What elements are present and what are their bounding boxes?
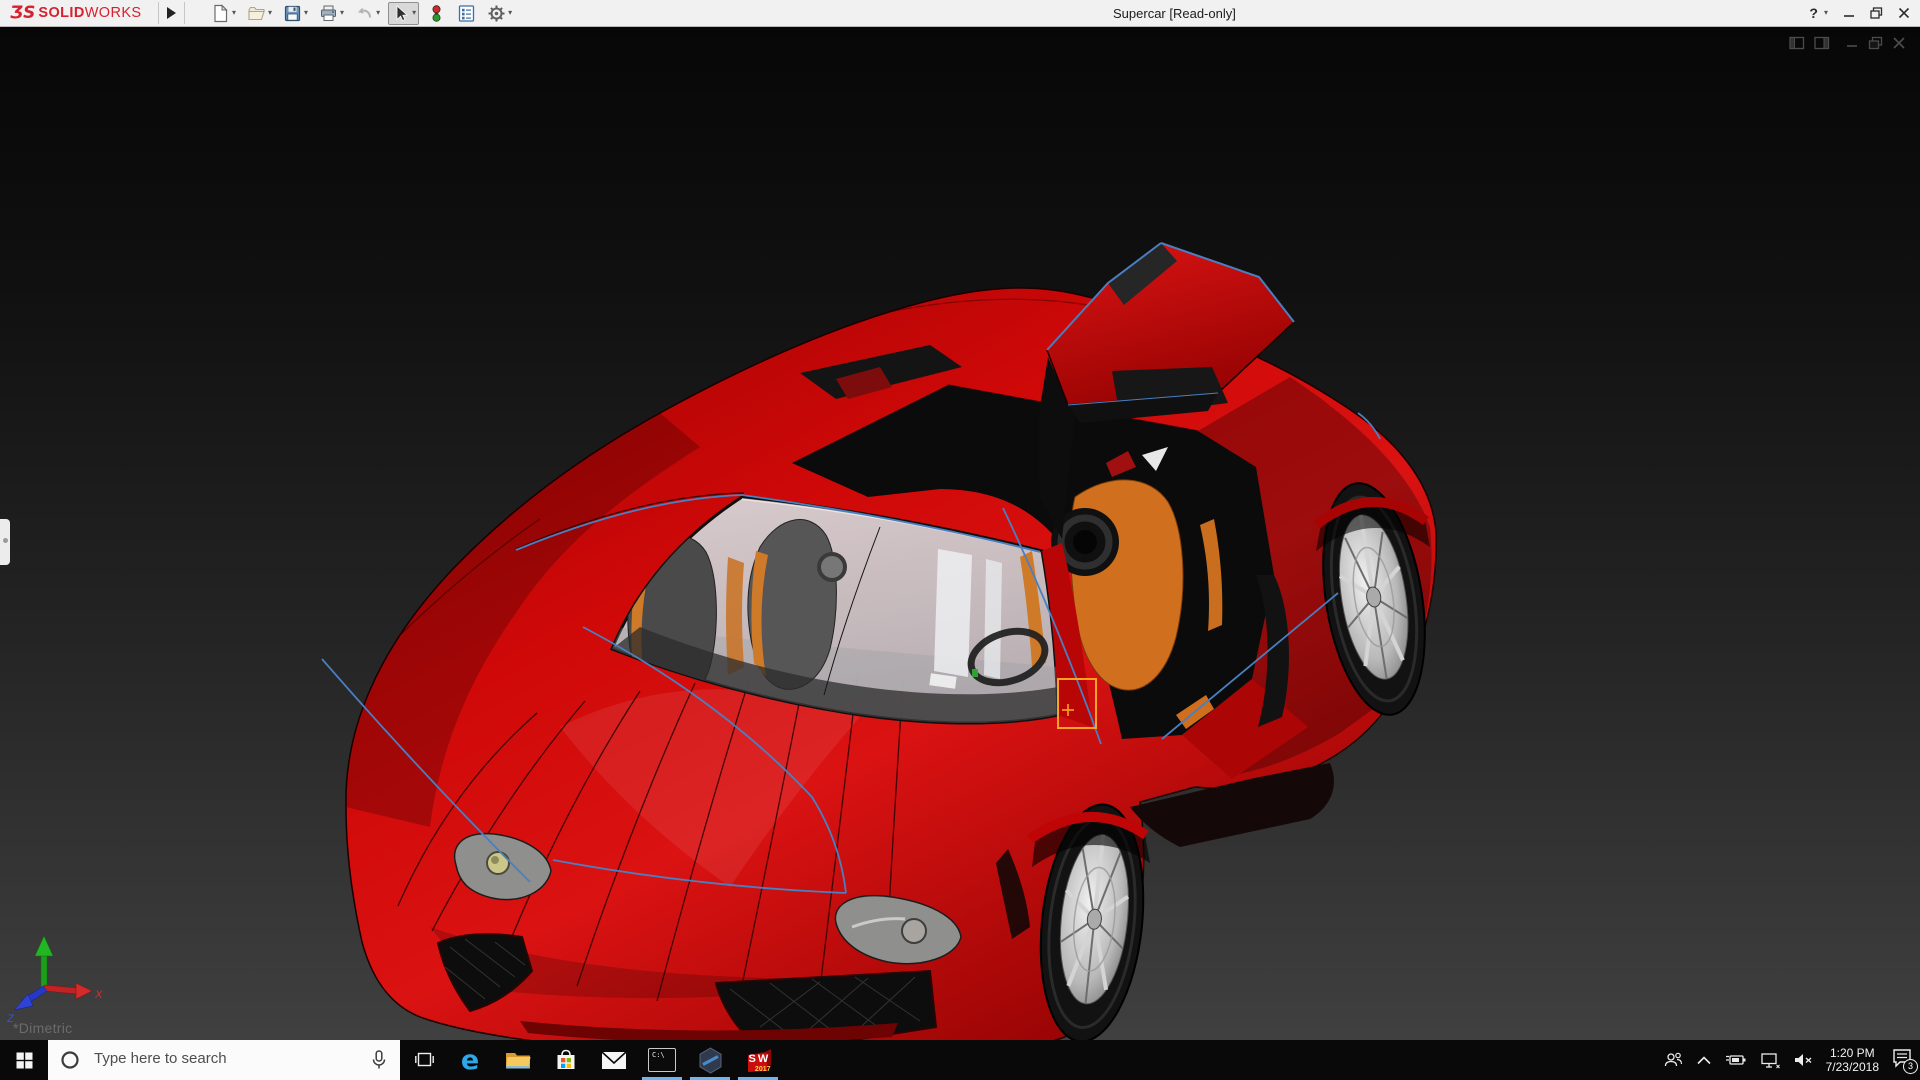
solidworks-logo: ƷS SOLIDWORKS <box>10 2 141 24</box>
options-button[interactable]: ▾ <box>484 2 515 25</box>
solidworks-logo-text-light: WORKS <box>85 5 142 21</box>
dropdown-caret-icon[interactable]: ▾ <box>268 9 272 17</box>
dropdown-caret-icon[interactable]: ▾ <box>412 9 416 17</box>
taskbar-clock[interactable]: 1:20 PM 7/23/2018 <box>1826 1046 1879 1074</box>
help-label: ? <box>1809 5 1818 21</box>
windows-taskbar: Type here to search e <box>0 1040 1920 1080</box>
battery-power-icon[interactable] <box>1725 1052 1747 1068</box>
print-button[interactable]: ▾ <box>316 2 347 25</box>
titlebar-separator <box>158 2 159 24</box>
file-properties-button[interactable] <box>454 2 479 25</box>
solidworks-icon-letters: SW <box>749 1053 771 1065</box>
mail-icon <box>601 1051 627 1070</box>
show-pane-left-icon[interactable] <box>1789 36 1805 50</box>
hexagon-app-icon <box>697 1047 724 1074</box>
doc-restore-button[interactable] <box>1868 36 1883 50</box>
taskbar-app-edge[interactable]: e <box>446 1040 494 1080</box>
microphone-icon[interactable] <box>372 1050 386 1070</box>
solidworks-app-icon: SW 2017 <box>745 1047 772 1074</box>
menu-expand-arrow-icon[interactable] <box>163 5 179 21</box>
volume-muted-icon[interactable] <box>1793 1052 1813 1068</box>
solidworks-logo-text-bold: SOLID <box>38 5 84 21</box>
file-properties-icon <box>457 4 476 23</box>
orientation-triad: X Z <box>6 926 106 1026</box>
print-icon <box>319 4 338 23</box>
restore-button[interactable] <box>1870 7 1883 19</box>
search-input[interactable]: Type here to search <box>48 1040 400 1080</box>
rebuild-button[interactable] <box>424 2 449 25</box>
taskbar-app-file-explorer[interactable] <box>494 1040 542 1080</box>
file-explorer-icon <box>505 1050 531 1070</box>
feature-manager-flyout-tab[interactable] <box>0 519 10 565</box>
show-pane-right-icon[interactable] <box>1814 36 1830 50</box>
taskbar-app-store[interactable] <box>542 1040 590 1080</box>
quick-access-toolbar: ▾ ▾ ▾ ▾ <box>208 1 515 25</box>
window-controls: ? ▾ <box>1809 0 1910 26</box>
titlebar-separator <box>184 2 185 24</box>
hidden-icons-chevron-icon[interactable] <box>1696 1055 1712 1065</box>
doc-close-button[interactable] <box>1892 36 1906 50</box>
dropdown-caret-icon[interactable]: ▾ <box>376 9 380 17</box>
system-tray: 1:20 PM 7/23/2018 3 <box>1663 1040 1914 1080</box>
select-tool-button[interactable]: ▾ <box>388 2 419 25</box>
save-icon <box>283 4 302 23</box>
dropdown-caret-icon[interactable]: ▾ <box>508 9 512 17</box>
dropdown-caret-icon[interactable]: ▾ <box>304 9 308 17</box>
taskbar-app-solidworks[interactable]: SW 2017 <box>734 1040 782 1080</box>
notification-badge: 3 <box>1903 1059 1918 1074</box>
action-center-button[interactable]: 3 <box>1892 1048 1914 1072</box>
people-icon[interactable] <box>1663 1051 1683 1069</box>
network-icon[interactable] <box>1760 1052 1780 1069</box>
command-prompt-icon: C:\ <box>648 1048 676 1072</box>
open-button[interactable]: ▾ <box>244 2 275 25</box>
solidworks-logo-mark: ƷS <box>10 3 35 23</box>
new-document-button[interactable]: ▾ <box>208 2 239 25</box>
windows-logo-icon <box>16 1052 33 1069</box>
taskbar-app-mail[interactable] <box>590 1040 638 1080</box>
car-model-render <box>0 27 1920 1040</box>
taskbar-app-visualize[interactable] <box>686 1040 734 1080</box>
edge-logo: e <box>461 1047 479 1074</box>
clock-date: 7/23/2018 <box>1826 1060 1879 1074</box>
taskbar-app-command-prompt[interactable]: C:\ <box>638 1040 686 1080</box>
window-title: Supercar [Read-only] <box>1113 6 1236 21</box>
dropdown-caret-icon[interactable]: ▾ <box>1824 9 1828 17</box>
help-button[interactable]: ? ▾ <box>1809 5 1828 21</box>
search-placeholder-text: Type here to search <box>94 1050 227 1067</box>
axis-x-label: X <box>94 989 103 1001</box>
solidworks-icon-year: 2017 <box>755 1066 771 1073</box>
clock-time: 1:20 PM <box>1826 1046 1879 1060</box>
open-folder-icon <box>247 4 266 23</box>
start-button[interactable] <box>0 1040 48 1080</box>
dropdown-caret-icon[interactable]: ▾ <box>340 9 344 17</box>
new-document-icon <box>211 4 230 23</box>
titlebar: ƷS SOLIDWORKS ▾ ▾ ▾ <box>0 0 1920 27</box>
gear-icon <box>487 4 506 23</box>
command-prompt-glyph: C:\ <box>652 1051 665 1059</box>
store-icon <box>554 1048 578 1072</box>
minimize-button[interactable] <box>1843 7 1855 19</box>
rebuild-traffic-light-icon <box>427 4 446 23</box>
dropdown-caret-icon[interactable]: ▾ <box>232 9 236 17</box>
task-view-icon <box>415 1052 434 1068</box>
graphics-area[interactable]: X Z *Dimetric <box>0 27 1920 1040</box>
task-view-button[interactable] <box>400 1040 448 1080</box>
save-button[interactable]: ▾ <box>280 2 311 25</box>
flyout-dot-icon <box>3 538 8 543</box>
undo-icon <box>355 4 374 23</box>
undo-button[interactable]: ▾ <box>352 2 383 25</box>
cortana-icon <box>60 1050 80 1070</box>
close-button[interactable] <box>1898 7 1910 19</box>
crosshair-cursor <box>1061 703 1075 717</box>
document-window-controls <box>1789 36 1906 50</box>
select-cursor-icon <box>391 4 410 23</box>
doc-minimize-button[interactable] <box>1845 36 1859 50</box>
view-orientation-label: *Dimetric <box>13 1020 72 1036</box>
